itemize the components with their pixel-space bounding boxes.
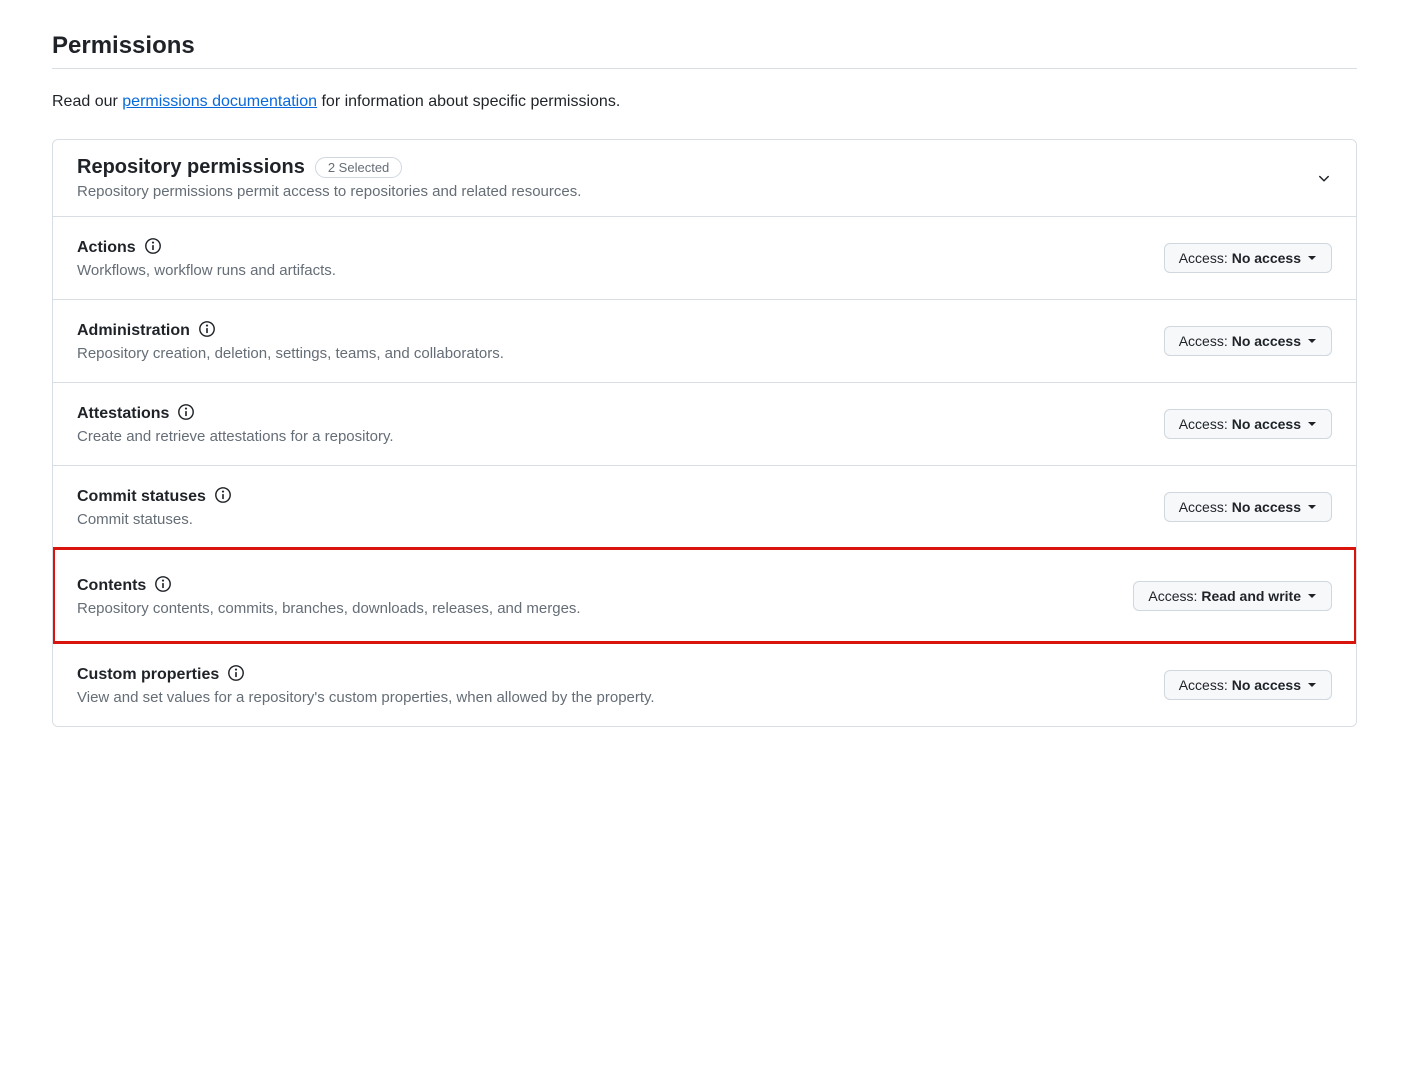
permission-left: Administration Repository creation, delet… [77, 320, 504, 362]
section-subtitle: Repository permissions permit access to … [77, 183, 581, 200]
permission-left: Attestations Create and retrieve attestat… [77, 403, 394, 445]
caret-down-icon [1305, 416, 1317, 432]
permission-title-row: Actions [77, 237, 336, 258]
info-icon[interactable] [154, 575, 172, 596]
repository-permissions-panel: Repository permissions 2 Selected Reposi… [52, 139, 1357, 727]
access-label: Access: [1179, 250, 1228, 266]
access-label: Access: [1179, 499, 1228, 515]
info-icon[interactable] [198, 320, 216, 341]
info-icon[interactable] [177, 403, 195, 424]
chevron-down-icon [1316, 170, 1332, 186]
intro-suffix: for information about specific permissio… [317, 93, 620, 110]
permissions-list: Actions Workflows, workflow runs and arti… [53, 216, 1356, 726]
permission-title-row: Attestations [77, 403, 394, 424]
panel-header-title-row: Repository permissions 2 Selected [77, 156, 581, 179]
access-dropdown[interactable]: Access: No access [1164, 492, 1332, 522]
permission-description: Workflows, workflow runs and artifacts. [77, 262, 336, 279]
permission-title: Attestations [77, 405, 169, 423]
info-icon[interactable] [227, 664, 245, 685]
caret-down-icon [1305, 677, 1317, 693]
permission-title: Custom properties [77, 666, 219, 684]
permission-left: Commit statuses Commit statuses. [77, 486, 232, 528]
permission-row: Contents Repository contents, commits, br… [53, 548, 1356, 643]
access-value: No access [1232, 499, 1301, 515]
permission-description: View and set values for a repository's c… [77, 689, 655, 706]
permissions-doc-link[interactable]: permissions documentation [122, 93, 317, 110]
permission-title-row: Administration [77, 320, 504, 341]
permission-description: Commit statuses. [77, 511, 232, 528]
permission-title-row: Contents [77, 575, 581, 596]
panel-header-left: Repository permissions 2 Selected Reposi… [77, 156, 581, 200]
permission-row: Commit statuses Commit statuses. Access: N… [53, 465, 1356, 548]
page-title: Permissions [52, 32, 1357, 69]
access-label: Access: [1179, 677, 1228, 693]
permission-title: Commit statuses [77, 488, 206, 506]
info-icon[interactable] [144, 237, 162, 258]
permission-left: Contents Repository contents, commits, br… [77, 575, 581, 617]
access-value: No access [1232, 677, 1301, 693]
permission-title: Actions [77, 239, 136, 257]
permission-row: Attestations Create and retrieve attestat… [53, 382, 1356, 465]
access-dropdown[interactable]: Access: No access [1164, 243, 1332, 273]
permission-left: Actions Workflows, workflow runs and arti… [77, 237, 336, 279]
selected-count-badge: 2 Selected [315, 157, 402, 178]
caret-down-icon [1305, 499, 1317, 515]
info-icon[interactable] [214, 486, 232, 507]
repository-permissions-header[interactable]: Repository permissions 2 Selected Reposi… [53, 140, 1356, 216]
permission-left: Custom properties View and set values for… [77, 664, 655, 706]
caret-down-icon [1305, 250, 1317, 266]
caret-down-icon [1305, 333, 1317, 349]
access-dropdown[interactable]: Access: No access [1164, 670, 1332, 700]
access-value: No access [1232, 250, 1301, 266]
permission-row: Administration Repository creation, delet… [53, 299, 1356, 382]
permission-row: Custom properties View and set values for… [53, 643, 1356, 726]
access-dropdown[interactable]: Access: Read and write [1133, 581, 1332, 611]
access-label: Access: [1179, 416, 1228, 432]
permission-title: Administration [77, 322, 190, 340]
permission-title-row: Custom properties [77, 664, 655, 685]
access-dropdown[interactable]: Access: No access [1164, 326, 1332, 356]
caret-down-icon [1305, 588, 1317, 604]
access-dropdown[interactable]: Access: No access [1164, 409, 1332, 439]
section-title: Repository permissions [77, 156, 305, 179]
access-value: Read and write [1201, 588, 1301, 604]
access-value: No access [1232, 416, 1301, 432]
intro-text: Read our permissions documentation for i… [52, 93, 1357, 111]
access-label: Access: [1148, 588, 1197, 604]
permission-title: Contents [77, 577, 146, 595]
permission-title-row: Commit statuses [77, 486, 232, 507]
permission-row: Actions Workflows, workflow runs and arti… [53, 216, 1356, 299]
intro-prefix: Read our [52, 93, 122, 110]
access-value: No access [1232, 333, 1301, 349]
permission-description: Create and retrieve attestations for a r… [77, 428, 394, 445]
access-label: Access: [1179, 333, 1228, 349]
permission-description: Repository creation, deletion, settings,… [77, 345, 504, 362]
permission-description: Repository contents, commits, branches, … [77, 600, 581, 617]
